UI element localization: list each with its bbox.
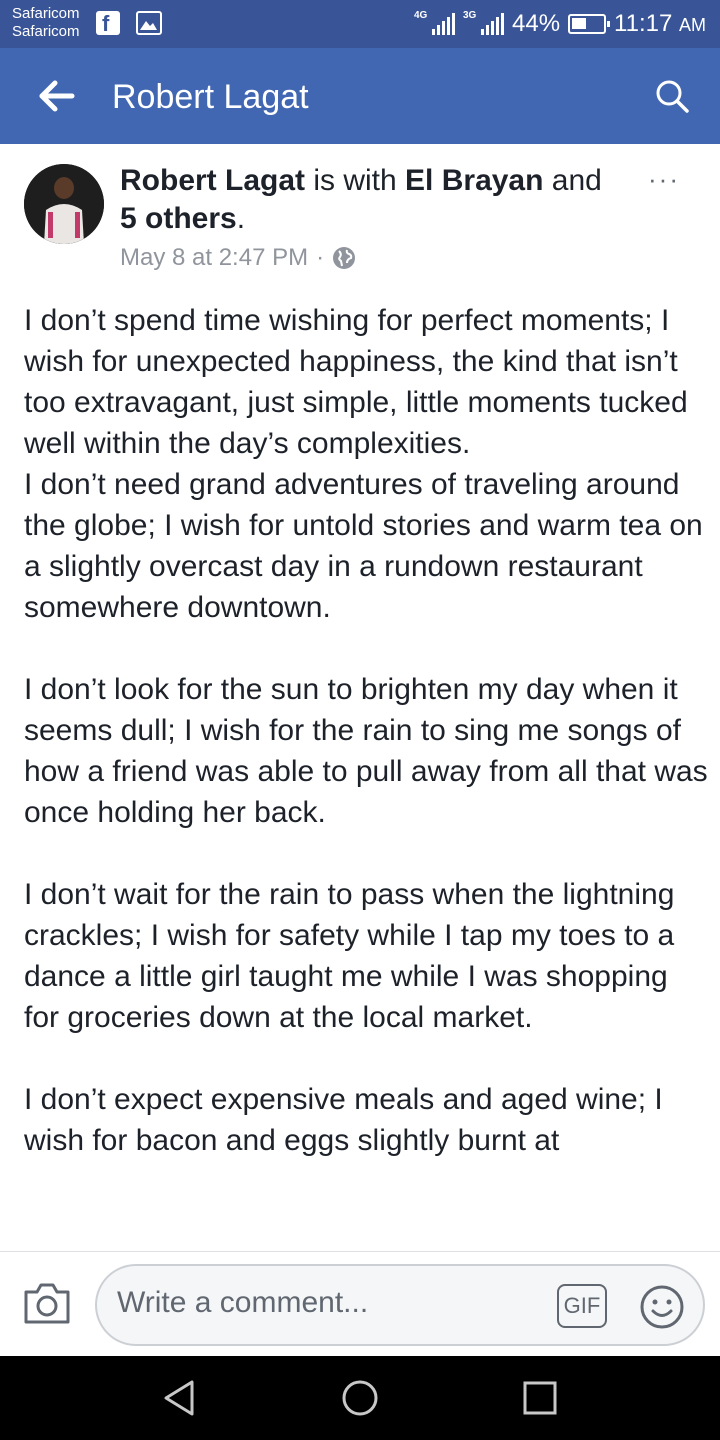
app-header: Robert Lagat (0, 48, 720, 144)
post-paragraph: I don’t wait for the rain to pass when t… (24, 878, 675, 1034)
search-button[interactable] (652, 76, 692, 116)
clock-ampm: AM (679, 15, 706, 35)
comment-placeholder: Write a comment... (117, 1286, 369, 1319)
network-type-2: 3G (463, 10, 477, 21)
meta-separator: · (316, 244, 325, 271)
profile-photo (24, 164, 104, 244)
post-paragraph: I don’t look for the sun to brighten my … (24, 673, 708, 829)
clock-time: 11:17 (614, 10, 673, 37)
camera-icon (24, 1283, 70, 1324)
post-timestamp[interactable]: May 8 at 2:47 PM (120, 244, 308, 272)
post-author-line: Robert Lagat is with El Brayan and 5 oth… (120, 162, 620, 238)
avatar[interactable] (24, 164, 104, 244)
post-paragraph: I don’t spend time wishing for perfect m… (24, 304, 688, 460)
carrier-line-2: Safaricom (12, 23, 80, 40)
comment-bar: Write a comment... GIF (0, 1251, 720, 1356)
page-title: Robert Lagat (112, 78, 309, 116)
back-triangle-icon (164, 1380, 194, 1416)
more-options-button[interactable]: ··· (648, 164, 688, 194)
home-circle-icon (342, 1380, 378, 1416)
battery-percent: 44% (512, 10, 561, 37)
and-text: and (543, 164, 602, 197)
back-button[interactable] (34, 76, 78, 116)
facebook-icon: f (96, 11, 120, 36)
battery-icon (568, 14, 611, 34)
clock: 11:17 AM (614, 10, 706, 38)
smiley-icon (640, 1285, 684, 1329)
nav-recents-button[interactable] (520, 1378, 560, 1418)
camera-button[interactable] (22, 1280, 72, 1326)
status-bar: Safaricom Safaricom f 4G 3G 44% 11:17 AM (0, 0, 720, 48)
signal-icon-2: 3G (463, 10, 504, 35)
status-indicators: 4G 3G 44% 11:17 AM (414, 8, 706, 40)
globe-icon (333, 247, 356, 269)
comment-input[interactable]: Write a comment... GIF (95, 1264, 705, 1346)
with-text: is with (305, 164, 406, 197)
others-link[interactable]: 5 others (120, 202, 237, 235)
period: . (236, 202, 246, 235)
post-paragraph: I don’t expect expensive meals and aged … (24, 1083, 663, 1157)
tagged-friend[interactable]: El Brayan (405, 164, 543, 197)
gif-button[interactable]: GIF (557, 1284, 607, 1328)
search-icon (656, 80, 689, 113)
emoji-button[interactable] (639, 1284, 685, 1330)
nav-back-button[interactable] (160, 1378, 200, 1418)
post-paragraph: I don’t need grand adventures of traveli… (24, 468, 703, 624)
recents-square-icon (523, 1381, 557, 1415)
system-nav-bar (0, 1356, 720, 1440)
carrier-label: Safaricom Safaricom (12, 5, 80, 41)
carrier-line-1: Safaricom (12, 5, 80, 22)
nav-home-button[interactable] (340, 1378, 380, 1418)
back-arrow-icon (39, 80, 75, 112)
post-text: I don’t spend time wishing for perfect m… (24, 300, 708, 1161)
author-name[interactable]: Robert Lagat (120, 164, 305, 197)
post-meta: May 8 at 2:47 PM · (120, 244, 356, 272)
gallery-icon (136, 11, 162, 35)
network-type-1: 4G (414, 10, 428, 21)
signal-icon: 4G (414, 10, 455, 35)
